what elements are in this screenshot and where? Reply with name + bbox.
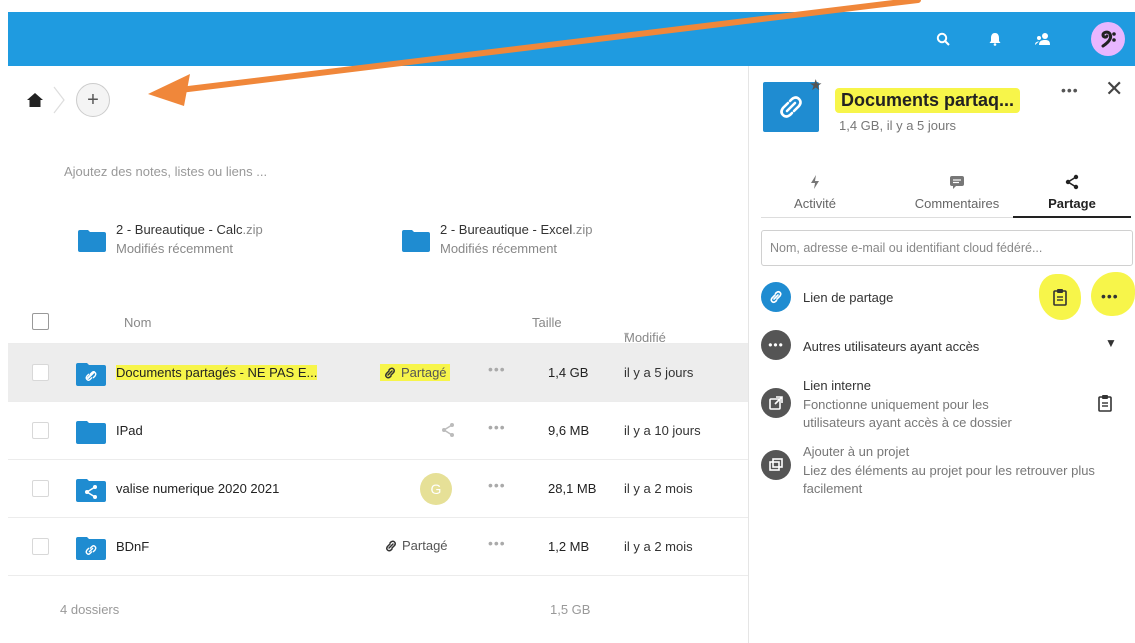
share-label: Partagé — [402, 538, 448, 553]
add-new-button[interactable]: + — [76, 83, 110, 117]
sidebar-title: Documents partaq... — [835, 88, 1021, 113]
link-icon — [780, 96, 802, 118]
file-modified: il y a 10 jours — [624, 423, 701, 438]
others-access-item[interactable]: ••• Autres utilisateurs ayant accès ▼ — [761, 330, 1133, 366]
select-all-checkbox[interactable] — [32, 313, 49, 330]
sidebar-tabs: Activité Commentaires Partage — [761, 172, 1131, 218]
internal-link-sub: Fonctionne uniquement pour les utilisate… — [803, 397, 1012, 430]
file-modified: il y a 2 mois — [624, 539, 693, 554]
contacts-icon[interactable] — [1031, 12, 1055, 66]
row-actions-icon[interactable]: ••• — [488, 361, 506, 377]
link-icon — [385, 367, 395, 378]
total-size: 1,5 GB — [550, 602, 591, 617]
file-table-header: Nom Taille Modifié ▾ — [8, 300, 748, 345]
column-modified[interactable]: Modifié — [624, 330, 666, 345]
bell-icon[interactable] — [983, 12, 1007, 66]
row-checkbox[interactable] — [32, 364, 49, 381]
share-avatar[interactable]: G — [420, 473, 452, 505]
folder-icon — [78, 230, 106, 252]
search-icon[interactable] — [931, 12, 955, 66]
recent-file-name: 2 - Bureautique - Excel — [440, 222, 573, 237]
external-link-icon — [761, 388, 791, 418]
breadcrumb: + — [26, 78, 110, 122]
recent-file-ext: .zip — [572, 222, 593, 237]
others-access-label: Autres utilisateurs ayant accès — [803, 339, 980, 354]
recent-file-excel[interactable]: 2 - Bureautique - Excel.zip Modifiés réc… — [402, 222, 592, 256]
header-bar — [8, 12, 1135, 66]
share-icon[interactable] — [440, 422, 456, 438]
favorite-star-icon[interactable]: ★ — [809, 76, 822, 94]
file-size: 9,6 MB — [548, 423, 590, 438]
share-link-label: Lien de partage — [803, 290, 894, 305]
more-circle-icon: ••• — [761, 330, 791, 360]
row-actions-icon[interactable]: ••• — [488, 535, 506, 551]
file-name[interactable]: BDnF — [116, 539, 149, 554]
table-row[interactable]: IPad ••• 9,6 MB il y a 10 jours — [8, 402, 748, 460]
row-actions-icon[interactable]: ••• — [488, 477, 506, 493]
table-row[interactable]: Documents partagés - NE PAS E... Partagé… — [8, 344, 748, 402]
add-project-item[interactable]: Ajouter à un projet Liez des éléments au… — [761, 444, 1133, 504]
recent-file-calc[interactable]: 2 - Bureautique - Calc.zip Modifiés réce… — [78, 222, 263, 256]
tab-comments[interactable]: Commentaires — [897, 172, 1017, 218]
copy-clipboard-icon[interactable] — [1052, 288, 1068, 306]
share-status[interactable]: Partagé — [384, 538, 448, 553]
chevron-down-icon[interactable]: ▼ — [1105, 336, 1117, 350]
add-project-label: Ajouter à un projet — [803, 444, 910, 459]
shared-link-folder-icon — [76, 537, 106, 560]
breadcrumb-separator-icon — [53, 86, 65, 114]
share-icon — [1013, 172, 1131, 192]
home-icon[interactable] — [26, 91, 44, 109]
recent-file-ext: .zip — [242, 222, 263, 237]
file-modified: il y a 2 mois — [624, 481, 693, 496]
row-checkbox[interactable] — [32, 422, 49, 439]
table-row[interactable]: BDnF Partagé ••• 1,2 MB il y a 2 mois — [8, 518, 748, 576]
share-status[interactable]: Partagé — [380, 364, 450, 381]
files-main: + Ajoutez des notes, listes ou liens ...… — [8, 66, 748, 643]
close-icon[interactable]: ✕ — [1105, 76, 1123, 102]
tab-sharing[interactable]: Partage — [1013, 172, 1131, 218]
row-actions-icon[interactable]: ••• — [488, 419, 506, 435]
link-circle-icon — [761, 282, 791, 312]
table-footer: 4 dossiers 1,5 GB — [8, 588, 748, 628]
table-row[interactable]: valise numerique 2020 2021 G ••• 28,1 MB… — [8, 460, 748, 518]
shared-link-folder-icon — [76, 363, 106, 386]
folder-icon — [402, 230, 430, 252]
comment-icon — [897, 172, 1017, 192]
add-project-sub: Liez des éléments au projet pour les ret… — [803, 463, 1095, 496]
file-name[interactable]: valise numerique 2020 2021 — [116, 481, 279, 496]
file-name[interactable]: Documents partagés - NE PAS E... — [116, 365, 318, 380]
file-name[interactable]: IPad — [116, 423, 143, 438]
sidebar-subtitle: 1,4 GB, il y a 5 jours — [839, 118, 957, 133]
row-checkbox[interactable] — [32, 538, 49, 555]
share-label: Partagé — [401, 365, 447, 380]
flash-icon — [775, 172, 855, 192]
file-size: 1,2 MB — [548, 539, 590, 554]
copy-clipboard-icon[interactable] — [1097, 394, 1113, 412]
recent-file-sub: Modifiés récemment — [116, 241, 234, 256]
more-actions-icon[interactable]: ••• — [1061, 82, 1079, 98]
folder-icon — [76, 421, 106, 444]
column-size[interactable]: Taille — [532, 315, 562, 330]
file-size: 28,1 MB — [548, 481, 597, 496]
file-size: 1,4 GB — [548, 365, 589, 380]
recent-file-name: 2 - Bureautique - Calc — [116, 222, 243, 237]
recent-file-sub: Modifiés récemment — [440, 241, 558, 256]
share-search-input[interactable]: Nom, adresse e-mail ou identifiant cloud… — [761, 230, 1133, 266]
details-sidebar: ★ Documents partaq... 1,4 GB, il y a 5 j… — [748, 66, 1135, 643]
link-icon — [386, 540, 396, 551]
row-checkbox[interactable] — [32, 480, 49, 497]
notes-placeholder[interactable]: Ajoutez des notes, listes ou liens ... — [64, 164, 267, 179]
project-icon — [761, 450, 791, 480]
tab-activity[interactable]: Activité — [775, 172, 855, 218]
internal-link-item: Lien interne Fonctionne uniquement pour … — [761, 378, 1133, 438]
column-name[interactable]: Nom — [124, 315, 151, 330]
user-avatar[interactable] — [1091, 22, 1125, 56]
file-modified: il y a 5 jours — [624, 365, 694, 380]
share-link-item: Lien de partage ••• — [761, 272, 1135, 320]
internal-link-label: Lien interne — [803, 378, 871, 393]
sort-down-icon: ▾ — [624, 330, 630, 341]
folder-count: 4 dossiers — [60, 602, 120, 617]
shared-folder-icon — [76, 479, 106, 502]
link-more-icon[interactable]: ••• — [1101, 288, 1119, 304]
